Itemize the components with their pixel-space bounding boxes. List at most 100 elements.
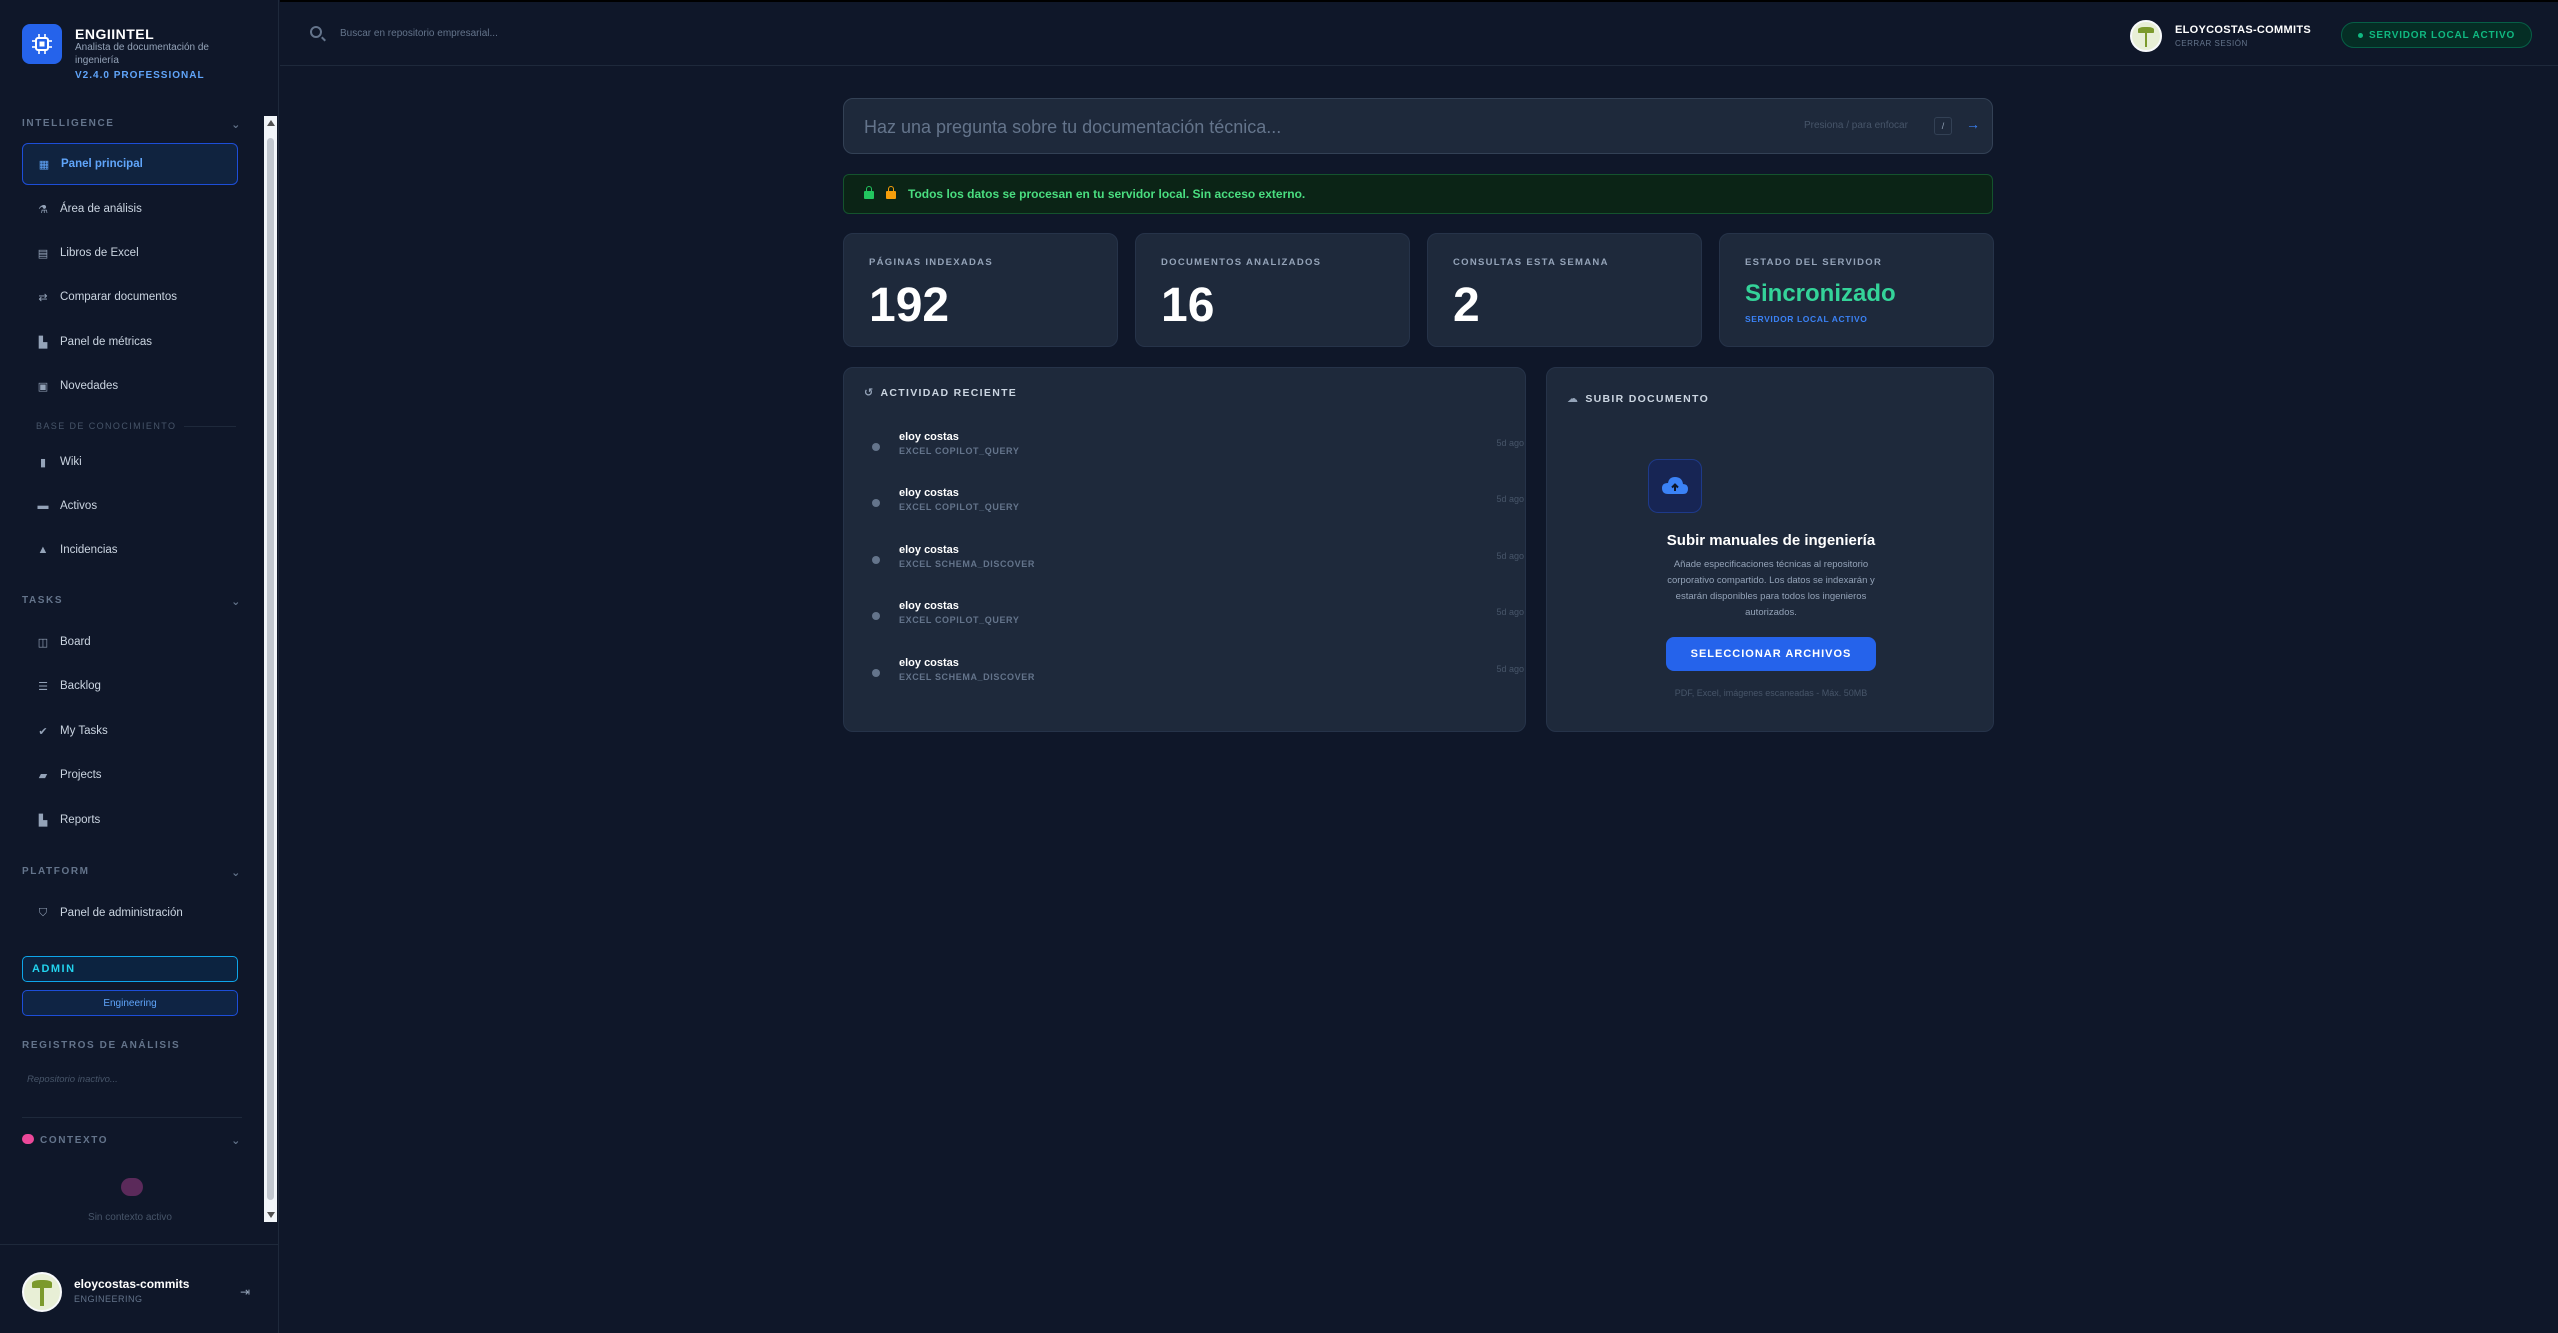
upload-heading: Subir manuales de ingeniería (1666, 532, 1876, 549)
sidebar-item-comparar-documentos[interactable]: ⇄ Comparar documentos (22, 276, 238, 318)
team-badge[interactable]: Engineering (22, 990, 238, 1016)
avatar[interactable] (2130, 20, 2162, 52)
compare-icon: ⇄ (38, 291, 48, 304)
footer-user-role: ENGINEERING (74, 1294, 143, 1304)
top-bar: ELOYCOSTAS-COMMITS CERRAR SESIÓN SERVIDO… (280, 0, 2558, 66)
sidebar-item-panel-principal[interactable]: ▦ Panel principal (22, 143, 238, 185)
context-header[interactable]: CONTEXTO ⌄ (22, 1134, 242, 1147)
activity-action: EXCEL SCHEMA_DISCOVER (899, 672, 1035, 682)
warning-icon: ▲ (37, 544, 49, 556)
sidebar-item-label: Activos (60, 500, 98, 512)
divider (22, 1117, 242, 1118)
ask-input[interactable] (864, 115, 1764, 139)
search-icon (310, 26, 322, 38)
book-icon: ▮ (39, 456, 47, 469)
stat-card-server: ESTADO DEL SERVIDOR Sincronizado SERVIDO… (1719, 233, 1994, 347)
ask-box: Presiona / para enfocar / → (843, 98, 1993, 154)
logs-empty-text: Repositorio inactivo... (27, 1074, 118, 1085)
section-intelligence-label: INTELLIGENCE (22, 118, 115, 129)
sidebar-scrollbar[interactable] (264, 116, 277, 1222)
stat-value: 2 (1453, 279, 1480, 332)
brain-icon (121, 1178, 143, 1196)
stat-value: 192 (869, 279, 950, 332)
sidebar-item-label: Board (60, 636, 91, 648)
arrow-right-icon[interactable]: → (1966, 116, 1980, 132)
board-icon: ◫ (37, 636, 49, 649)
section-intelligence-header[interactable]: INTELLIGENCE ⌄ (22, 118, 242, 134)
activity-action: EXCEL COPILOT_QUERY (899, 502, 1020, 512)
flask-icon: ⚗ (38, 203, 48, 216)
upload-title: SUBIR DOCUMENTO (1585, 393, 1710, 405)
sidebar-item-my-tasks[interactable]: ✔ My Tasks (22, 710, 238, 752)
status-dot-icon (872, 443, 880, 451)
stat-label: CONSULTAS ESTA SEMANA (1453, 257, 1609, 268)
section-tasks-header[interactable]: TASKS ⌄ (22, 595, 242, 611)
activity-action: EXCEL SCHEMA_DISCOVER (899, 559, 1035, 569)
sidebar-item-label: Libros de Excel (60, 247, 139, 259)
sidebar-item-board[interactable]: ◫ Board (22, 621, 238, 663)
security-notice: Todos los datos se procesan en tu servid… (843, 174, 1993, 214)
sidebar: ENGIINTEL Analista de documentación de i… (0, 0, 279, 1333)
brand[interactable]: ENGIINTEL Analista de documentación de i… (22, 24, 262, 86)
status-dot-icon (872, 556, 880, 564)
select-files-button[interactable]: SELECCIONAR ARCHIVOS (1666, 637, 1876, 671)
sidebar-item-label: Panel principal (61, 158, 143, 170)
sidebar-item-label: Wiki (60, 456, 82, 468)
brand-name: ENGIINTEL (75, 26, 155, 42)
chevron-down-icon: ⌄ (231, 1135, 242, 1147)
sidebar-item-novedades[interactable]: ▣ Novedades (22, 365, 238, 407)
sidebar-item-label: Novedades (60, 380, 119, 392)
sidebar-item-wiki[interactable]: ▮ Wiki (22, 441, 238, 483)
activity-time: 5d ago (1496, 551, 1524, 561)
scroll-up-arrow-icon[interactable] (267, 120, 275, 126)
shield-icon: ⛉ (38, 906, 48, 919)
section-platform-header[interactable]: PLATFORM ⌄ (22, 866, 242, 882)
top-user-name: ELOYCOSTAS-COMMITS (2175, 24, 2311, 36)
logout-icon[interactable]: ⇥ (240, 1285, 250, 1299)
avatar[interactable] (22, 1272, 62, 1312)
sidebar-item-activos[interactable]: ▬ Activos (22, 485, 238, 527)
stat-card-pages: PÁGINAS INDEXADAS 192 (843, 233, 1118, 347)
status-dot-icon (872, 612, 880, 620)
upload-description: Añade especificaciones técnicas al repos… (1667, 559, 1875, 618)
activity-time: 5d ago (1496, 664, 1524, 674)
sidebar-item-panel-metricas[interactable]: ▙ Panel de métricas (22, 321, 238, 363)
stat-card-queries: CONSULTAS ESTA SEMANA 2 (1427, 233, 1702, 347)
folder-icon: ▰ (38, 769, 48, 782)
stat-value: Sincronizado (1745, 280, 1896, 307)
scrollbar-thumb[interactable] (267, 138, 274, 1200)
box-icon: ▬ (37, 500, 49, 512)
logout-link[interactable]: CERRAR SESIÓN (2175, 39, 2248, 48)
sidebar-item-backlog[interactable]: ☰ Backlog (22, 665, 238, 707)
news-icon: ▣ (37, 380, 49, 393)
chart-icon: ▙ (38, 336, 48, 349)
sidebar-item-reports[interactable]: ▙ Reports (22, 799, 238, 841)
sidebar-item-label: Panel de administración (60, 907, 183, 919)
chart-icon: ▙ (38, 814, 48, 827)
section-platform-label: PLATFORM (22, 866, 90, 877)
scroll-down-arrow-icon[interactable] (267, 1212, 275, 1218)
activity-user: eloy costas (899, 657, 959, 669)
sidebar-item-incidencias[interactable]: ▲ Incidencias (22, 529, 238, 571)
sidebar-item-label: Projects (60, 769, 102, 781)
status-dot-icon (2357, 32, 2363, 38)
brain-icon (22, 1134, 34, 1144)
chip-logo-icon (22, 24, 62, 64)
panel-title: ↺ ACTIVIDAD RECIENTE (864, 386, 1017, 399)
user-check-icon: ✔ (38, 725, 48, 738)
sidebar-item-libros-excel[interactable]: ▤ Libros de Excel (22, 232, 238, 274)
sidebar-item-panel-administracion[interactable]: ⛉ Panel de administración (22, 892, 238, 934)
search-input[interactable] (340, 24, 840, 42)
sidebar-item-projects[interactable]: ▰ Projects (22, 754, 238, 796)
upload-cloud-icon[interactable] (1648, 459, 1702, 513)
sidebar-user-footer: eloycostas-commits ENGINEERING ⇥ (0, 1244, 279, 1333)
upload-formats: PDF, Excel, imágenes escaneadas - Máx. 5… (1674, 688, 1868, 698)
activity-time: 5d ago (1496, 494, 1524, 504)
activity-user: eloy costas (899, 431, 959, 443)
sidebar-item-area-analisis[interactable]: ⚗ Área de análisis (22, 188, 238, 230)
stat-value: 16 (1161, 279, 1215, 332)
knowledge-divider: BASE DE CONOCIMIENTO (36, 420, 236, 432)
panel-title: ☁ SUBIR DOCUMENTO (1567, 392, 1709, 405)
brand-subtitle: Analista de documentación de ingeniería (75, 42, 209, 66)
activity-user: eloy costas (899, 600, 959, 612)
